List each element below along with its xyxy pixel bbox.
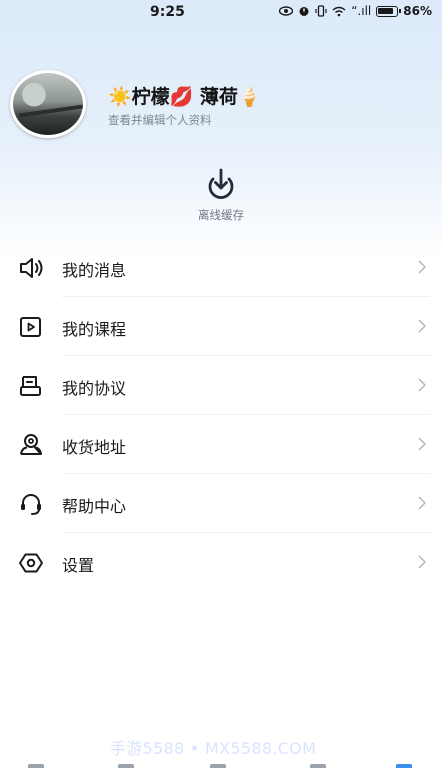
tab-home-icon[interactable]	[28, 764, 44, 768]
menu-item-messages[interactable]: 我的消息	[0, 238, 442, 297]
chevron-right-icon	[418, 378, 426, 392]
menu-list: 我的消息 我的课程 我的协议 收货地址 帮助中心 设置	[0, 238, 442, 592]
menu-item-label: 帮助中心	[62, 497, 127, 516]
alarm-icon	[299, 7, 309, 16]
chevron-right-icon	[418, 319, 426, 333]
menu-item-address[interactable]: 收货地址	[0, 415, 442, 474]
menu-item-label: 我的消息	[62, 261, 127, 280]
status-bar: 9:25 “.ıll 86%	[0, 0, 442, 26]
watermark: 手游5588 • MX5588.COM	[110, 739, 317, 758]
chevron-right-icon	[418, 555, 426, 569]
menu-item-label: 设置	[62, 556, 95, 575]
status-time: 9:25	[150, 4, 185, 20]
bottom-tab-bar	[0, 760, 442, 769]
document-icon	[20, 376, 41, 396]
profile-name[interactable]: ☀️柠檬💋 薄荷🍦	[108, 82, 262, 109]
signal-icon: “.ıll	[351, 4, 372, 18]
menu-item-courses[interactable]: 我的课程	[0, 297, 442, 356]
download-circle-icon	[208, 168, 234, 199]
settings-eye-icon	[19, 553, 43, 573]
tab-discover-icon[interactable]	[310, 764, 326, 768]
offline-cache-button[interactable]: 离线缓存	[181, 166, 261, 223]
tab-profile-icon[interactable]	[396, 764, 412, 768]
wifi-icon	[332, 6, 346, 16]
battery-icon	[376, 5, 402, 17]
status-icons: “.ıll 86%	[279, 4, 432, 18]
location-person-icon	[20, 434, 42, 455]
play-square-icon	[20, 317, 41, 337]
offline-cache-label: 离线缓存	[198, 208, 244, 222]
avatar-photo-detail	[19, 104, 83, 118]
menu-item-label: 我的课程	[62, 320, 127, 339]
menu-item-help[interactable]: 帮助中心	[0, 474, 442, 533]
eye-icon	[279, 6, 294, 16]
tab-course-icon[interactable]	[118, 764, 134, 768]
speaker-icon	[20, 258, 43, 278]
menu-item-agreements[interactable]: 我的协议	[0, 356, 442, 415]
chevron-right-icon	[418, 260, 426, 274]
menu-item-label: 我的协议	[62, 379, 127, 398]
chevron-right-icon	[418, 496, 426, 510]
tab-study-icon[interactable]	[210, 764, 226, 768]
headset-icon	[21, 494, 41, 515]
battery-percent: 86%	[403, 4, 432, 18]
chevron-right-icon	[418, 437, 426, 451]
vibrate-icon	[315, 5, 327, 17]
avatar[interactable]	[10, 70, 86, 138]
menu-item-label: 收货地址	[62, 438, 127, 457]
edit-profile-link[interactable]: 查看并编辑个人资料	[108, 112, 212, 128]
menu-item-settings[interactable]: 设置	[0, 533, 442, 592]
profile-card[interactable]: ☀️柠檬💋 薄荷🍦 查看并编辑个人资料	[10, 70, 430, 140]
